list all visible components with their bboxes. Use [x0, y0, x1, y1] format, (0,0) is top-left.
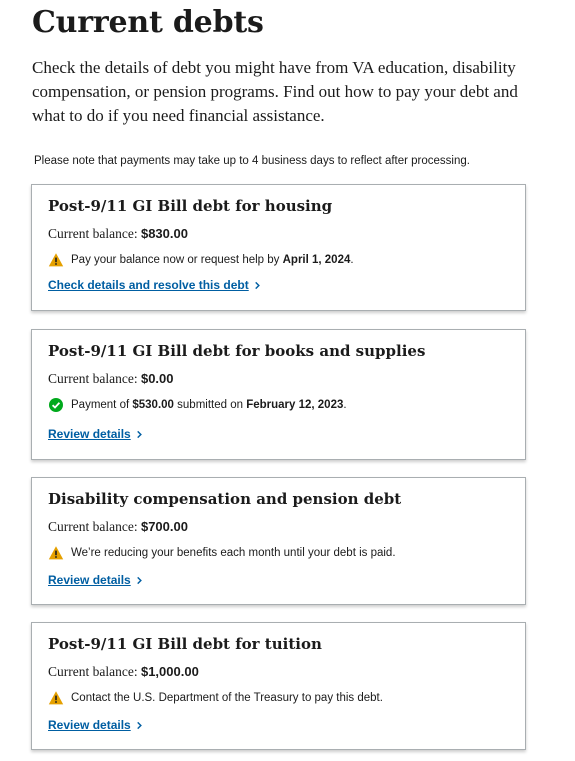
chevron-right-icon [136, 721, 142, 729]
debt-card-books-supplies: Post-9/11 GI Bill debt for books and sup… [31, 329, 526, 460]
debt-title: Disability compensation and pension debt [48, 490, 402, 508]
debt-status: Payment of $530.00 submitted on February… [48, 397, 509, 413]
review-details-link[interactable]: Review details [48, 718, 144, 732]
debt-card-disability-pension: Disability compensation and pension debt… [31, 477, 526, 605]
page-title: Current debts [32, 5, 264, 40]
debt-status: Contact the U.S. Department of the Treas… [48, 690, 509, 706]
debt-title: Post-9/11 GI Bill debt for books and sup… [48, 342, 426, 360]
debt-title: Post-9/11 GI Bill debt for tuition [48, 635, 322, 653]
balance-amount: $0.00 [140, 371, 174, 386]
intro-text: Check the details of debt you might have… [32, 58, 518, 125]
debt-balance: Current balance: $700.00 [48, 519, 188, 534]
balance-amount: $700.00 [140, 519, 188, 534]
debt-status: We’re reducing your benefits each month … [48, 545, 509, 561]
review-details-link[interactable]: Review details [48, 573, 144, 587]
warning-icon [48, 253, 64, 267]
warning-icon [48, 691, 64, 705]
processing-note: Please note that payments may take up to… [34, 155, 470, 167]
chevron-right-icon [136, 576, 142, 584]
debt-balance: Current balance: $830.00 [48, 226, 188, 241]
debt-card-housing: Post-9/11 GI Bill debt for housing Curre… [31, 184, 526, 311]
debt-card-tuition: Post-9/11 GI Bill debt for tuition Curre… [31, 622, 526, 750]
debt-balance: Current balance: $0.00 [48, 371, 174, 386]
current-debts-page: Current debts Check the details of debt … [0, 0, 575, 169]
check-circle-icon [49, 398, 63, 412]
review-details-link[interactable]: Review details [48, 427, 144, 441]
balance-amount: $830.00 [140, 226, 188, 241]
chevron-right-icon [254, 281, 260, 289]
warning-icon [48, 546, 64, 560]
check-details-link[interactable]: Check details and resolve this debt [48, 278, 262, 292]
debt-title: Post-9/11 GI Bill debt for housing [48, 197, 333, 215]
balance-amount: $1,000.00 [140, 664, 199, 679]
debt-balance: Current balance: $1,000.00 [48, 664, 199, 679]
chevron-right-icon [136, 430, 142, 438]
debt-status: Pay your balance now or request help by … [48, 252, 509, 268]
